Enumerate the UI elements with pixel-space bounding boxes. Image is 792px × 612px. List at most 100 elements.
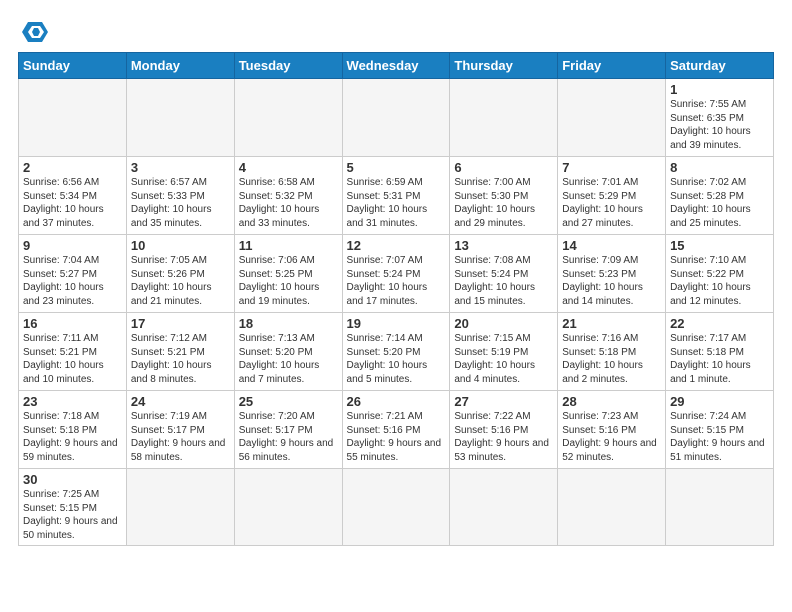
day-info: Sunrise: 7:14 AM Sunset: 5:20 PM Dayligh… (347, 332, 446, 386)
day-info: Sunrise: 7:19 AM Sunset: 5:17 PM Dayligh… (131, 410, 230, 464)
day-number: 10 (131, 238, 230, 253)
day-number: 11 (239, 238, 338, 253)
calendar-cell (558, 469, 666, 546)
day-info: Sunrise: 6:56 AM Sunset: 5:34 PM Dayligh… (23, 176, 122, 230)
day-number: 7 (562, 160, 661, 175)
calendar-table: SundayMondayTuesdayWednesdayThursdayFrid… (18, 52, 774, 546)
calendar-week-1: 1Sunrise: 7:55 AM Sunset: 6:35 PM Daylig… (19, 79, 774, 157)
calendar-cell: 26Sunrise: 7:21 AM Sunset: 5:16 PM Dayli… (342, 391, 450, 469)
calendar-cell: 5Sunrise: 6:59 AM Sunset: 5:31 PM Daylig… (342, 157, 450, 235)
calendar-cell: 6Sunrise: 7:00 AM Sunset: 5:30 PM Daylig… (450, 157, 558, 235)
day-number: 30 (23, 472, 122, 487)
calendar-cell: 25Sunrise: 7:20 AM Sunset: 5:17 PM Dayli… (234, 391, 342, 469)
calendar-cell (126, 79, 234, 157)
day-info: Sunrise: 7:02 AM Sunset: 5:28 PM Dayligh… (670, 176, 769, 230)
day-header-thursday: Thursday (450, 53, 558, 79)
day-info: Sunrise: 7:17 AM Sunset: 5:18 PM Dayligh… (670, 332, 769, 386)
calendar-cell: 27Sunrise: 7:22 AM Sunset: 5:16 PM Dayli… (450, 391, 558, 469)
calendar-cell (666, 469, 774, 546)
day-number: 25 (239, 394, 338, 409)
calendar-cell: 19Sunrise: 7:14 AM Sunset: 5:20 PM Dayli… (342, 313, 450, 391)
header (18, 18, 774, 46)
calendar-cell: 1Sunrise: 7:55 AM Sunset: 6:35 PM Daylig… (666, 79, 774, 157)
calendar-cell: 11Sunrise: 7:06 AM Sunset: 5:25 PM Dayli… (234, 235, 342, 313)
calendar-cell: 4Sunrise: 6:58 AM Sunset: 5:32 PM Daylig… (234, 157, 342, 235)
day-number: 3 (131, 160, 230, 175)
day-info: Sunrise: 7:25 AM Sunset: 5:15 PM Dayligh… (23, 488, 122, 542)
generalblue-icon (20, 18, 50, 46)
calendar-cell: 13Sunrise: 7:08 AM Sunset: 5:24 PM Dayli… (450, 235, 558, 313)
day-number: 22 (670, 316, 769, 331)
calendar-cell (450, 79, 558, 157)
day-header-tuesday: Tuesday (234, 53, 342, 79)
day-number: 6 (454, 160, 553, 175)
day-info: Sunrise: 7:15 AM Sunset: 5:19 PM Dayligh… (454, 332, 553, 386)
day-info: Sunrise: 7:12 AM Sunset: 5:21 PM Dayligh… (131, 332, 230, 386)
calendar-header-row: SundayMondayTuesdayWednesdayThursdayFrid… (19, 53, 774, 79)
day-number: 1 (670, 82, 769, 97)
day-number: 21 (562, 316, 661, 331)
day-info: Sunrise: 6:58 AM Sunset: 5:32 PM Dayligh… (239, 176, 338, 230)
day-info: Sunrise: 7:01 AM Sunset: 5:29 PM Dayligh… (562, 176, 661, 230)
day-info: Sunrise: 7:10 AM Sunset: 5:22 PM Dayligh… (670, 254, 769, 308)
calendar-cell: 21Sunrise: 7:16 AM Sunset: 5:18 PM Dayli… (558, 313, 666, 391)
day-number: 20 (454, 316, 553, 331)
calendar-cell: 3Sunrise: 6:57 AM Sunset: 5:33 PM Daylig… (126, 157, 234, 235)
calendar-cell: 16Sunrise: 7:11 AM Sunset: 5:21 PM Dayli… (19, 313, 127, 391)
day-number: 29 (670, 394, 769, 409)
day-number: 26 (347, 394, 446, 409)
calendar-cell (126, 469, 234, 546)
day-number: 18 (239, 316, 338, 331)
day-number: 4 (239, 160, 338, 175)
day-info: Sunrise: 7:16 AM Sunset: 5:18 PM Dayligh… (562, 332, 661, 386)
calendar-cell: 29Sunrise: 7:24 AM Sunset: 5:15 PM Dayli… (666, 391, 774, 469)
calendar-cell (342, 79, 450, 157)
day-number: 5 (347, 160, 446, 175)
day-number: 19 (347, 316, 446, 331)
day-info: Sunrise: 7:09 AM Sunset: 5:23 PM Dayligh… (562, 254, 661, 308)
calendar-cell: 12Sunrise: 7:07 AM Sunset: 5:24 PM Dayli… (342, 235, 450, 313)
day-info: Sunrise: 7:23 AM Sunset: 5:16 PM Dayligh… (562, 410, 661, 464)
calendar-cell: 17Sunrise: 7:12 AM Sunset: 5:21 PM Dayli… (126, 313, 234, 391)
day-number: 17 (131, 316, 230, 331)
logo (18, 18, 50, 46)
day-info: Sunrise: 6:59 AM Sunset: 5:31 PM Dayligh… (347, 176, 446, 230)
day-info: Sunrise: 7:21 AM Sunset: 5:16 PM Dayligh… (347, 410, 446, 464)
day-info: Sunrise: 7:04 AM Sunset: 5:27 PM Dayligh… (23, 254, 122, 308)
day-info: Sunrise: 7:24 AM Sunset: 5:15 PM Dayligh… (670, 410, 769, 464)
calendar-cell: 22Sunrise: 7:17 AM Sunset: 5:18 PM Dayli… (666, 313, 774, 391)
page: SundayMondayTuesdayWednesdayThursdayFrid… (0, 0, 792, 612)
day-info: Sunrise: 7:13 AM Sunset: 5:20 PM Dayligh… (239, 332, 338, 386)
day-info: Sunrise: 7:00 AM Sunset: 5:30 PM Dayligh… (454, 176, 553, 230)
calendar-cell: 7Sunrise: 7:01 AM Sunset: 5:29 PM Daylig… (558, 157, 666, 235)
day-number: 28 (562, 394, 661, 409)
day-number: 8 (670, 160, 769, 175)
day-header-friday: Friday (558, 53, 666, 79)
day-info: Sunrise: 7:11 AM Sunset: 5:21 PM Dayligh… (23, 332, 122, 386)
day-header-monday: Monday (126, 53, 234, 79)
calendar-cell (450, 469, 558, 546)
day-number: 16 (23, 316, 122, 331)
day-number: 9 (23, 238, 122, 253)
logo-area (18, 18, 50, 46)
calendar-cell (234, 469, 342, 546)
calendar-cell: 28Sunrise: 7:23 AM Sunset: 5:16 PM Dayli… (558, 391, 666, 469)
calendar-cell: 14Sunrise: 7:09 AM Sunset: 5:23 PM Dayli… (558, 235, 666, 313)
calendar-week-3: 9Sunrise: 7:04 AM Sunset: 5:27 PM Daylig… (19, 235, 774, 313)
day-info: Sunrise: 7:08 AM Sunset: 5:24 PM Dayligh… (454, 254, 553, 308)
day-number: 24 (131, 394, 230, 409)
day-number: 15 (670, 238, 769, 253)
calendar-week-4: 16Sunrise: 7:11 AM Sunset: 5:21 PM Dayli… (19, 313, 774, 391)
day-header-saturday: Saturday (666, 53, 774, 79)
day-info: Sunrise: 7:20 AM Sunset: 5:17 PM Dayligh… (239, 410, 338, 464)
calendar-cell: 8Sunrise: 7:02 AM Sunset: 5:28 PM Daylig… (666, 157, 774, 235)
day-info: Sunrise: 7:05 AM Sunset: 5:26 PM Dayligh… (131, 254, 230, 308)
calendar-cell (234, 79, 342, 157)
day-info: Sunrise: 7:22 AM Sunset: 5:16 PM Dayligh… (454, 410, 553, 464)
day-info: Sunrise: 7:55 AM Sunset: 6:35 PM Dayligh… (670, 98, 769, 152)
calendar-cell: 10Sunrise: 7:05 AM Sunset: 5:26 PM Dayli… (126, 235, 234, 313)
calendar-cell (558, 79, 666, 157)
day-number: 13 (454, 238, 553, 253)
day-info: Sunrise: 7:18 AM Sunset: 5:18 PM Dayligh… (23, 410, 122, 464)
day-number: 14 (562, 238, 661, 253)
